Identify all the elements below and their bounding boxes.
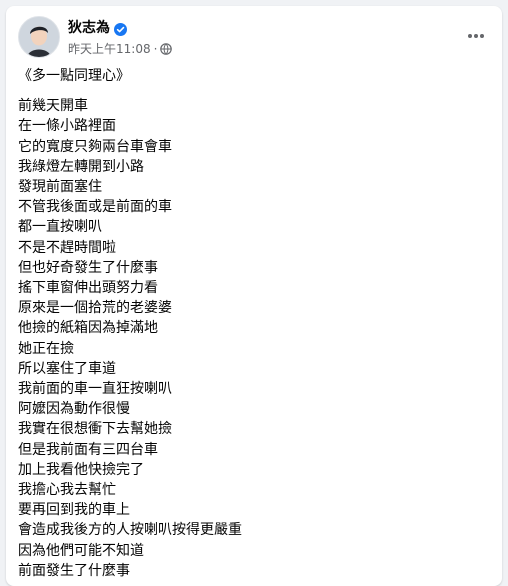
post-line: 原來是一個拾荒的老婆婆 bbox=[18, 300, 172, 317]
post-line: 在一條小路裡面 bbox=[18, 118, 116, 135]
post-line: 我綠燈左轉開到小路 bbox=[18, 158, 144, 175]
post-meta: 昨天上午11:08 · bbox=[68, 40, 173, 57]
post-line: 我前面的車一直狂按喇叭 bbox=[18, 381, 172, 398]
post-line: 加上我看他快撿完了 bbox=[18, 461, 144, 478]
post-line: 不管我後面或是前面的車 bbox=[18, 199, 172, 216]
post-line: 要再回到我的車上 bbox=[18, 502, 130, 519]
post-lines: 前幾天開車在一條小路裡面它的寬度只夠兩台車會車 我綠燈左轉開到小路 發現前面塞住不管… bbox=[18, 96, 488, 581]
post-line: 因為他們可能不知道 bbox=[18, 542, 144, 559]
post-line: 我擔心我去幫忙 bbox=[18, 482, 116, 499]
post-line: 不是不趕時間啦 bbox=[18, 239, 116, 256]
post-line: 他撿的紙箱因為掉滿地 bbox=[18, 320, 158, 337]
post-header: 狄志為 昨天上午11:08 · bbox=[18, 16, 490, 60]
avatar[interactable] bbox=[18, 16, 60, 58]
more-options-icon bbox=[468, 34, 484, 38]
post-line: 搖下車窗伸出頭努力看 bbox=[18, 280, 158, 297]
post-timestamp[interactable]: 昨天上午11:08 bbox=[68, 40, 151, 57]
post-card: 狄志為 昨天上午11:08 · 《多一點同理心》 前幾天開車 在一條小路裡面 它… bbox=[6, 6, 502, 586]
post-line: 前幾天開車 bbox=[18, 98, 88, 115]
post-line: 所以塞住了車道 bbox=[18, 360, 116, 377]
verified-badge-icon bbox=[114, 21, 127, 36]
globe-icon[interactable] bbox=[160, 42, 173, 55]
post-line: 前面發生了什麼事 bbox=[18, 562, 130, 579]
post-line: 但也好奇發生了什麼事 bbox=[18, 259, 158, 276]
post-title: 《多一點同理心》 bbox=[18, 68, 130, 84]
post-line: 我實在很想衝下去幫她撿 bbox=[18, 421, 172, 438]
author-name[interactable]: 狄志為 bbox=[68, 17, 110, 37]
author-line: 狄志為 bbox=[68, 18, 127, 36]
post-line: 它的寬度只夠兩台車會車 bbox=[18, 138, 172, 155]
avatar-portrait-icon bbox=[19, 17, 59, 57]
post-line: 會造成我後方的人按喇叭按得更嚴重 bbox=[18, 522, 242, 539]
post-line: 都一直按喇叭 bbox=[18, 219, 102, 236]
post-body: 《多一點同理心》 前幾天開車在一條小路裡面它的寬度只夠兩台車會車 我綠燈左轉開到小… bbox=[18, 66, 488, 581]
meta-separator: · bbox=[153, 41, 158, 56]
post-line: 發現前面塞住 bbox=[18, 179, 102, 196]
post-line: 阿嬤因為動作很慢 bbox=[18, 401, 130, 418]
more-options-button[interactable] bbox=[462, 24, 490, 48]
post-line: 她正在撿 bbox=[18, 340, 74, 357]
post-line: 但是我前面有三四台車 bbox=[18, 441, 158, 458]
